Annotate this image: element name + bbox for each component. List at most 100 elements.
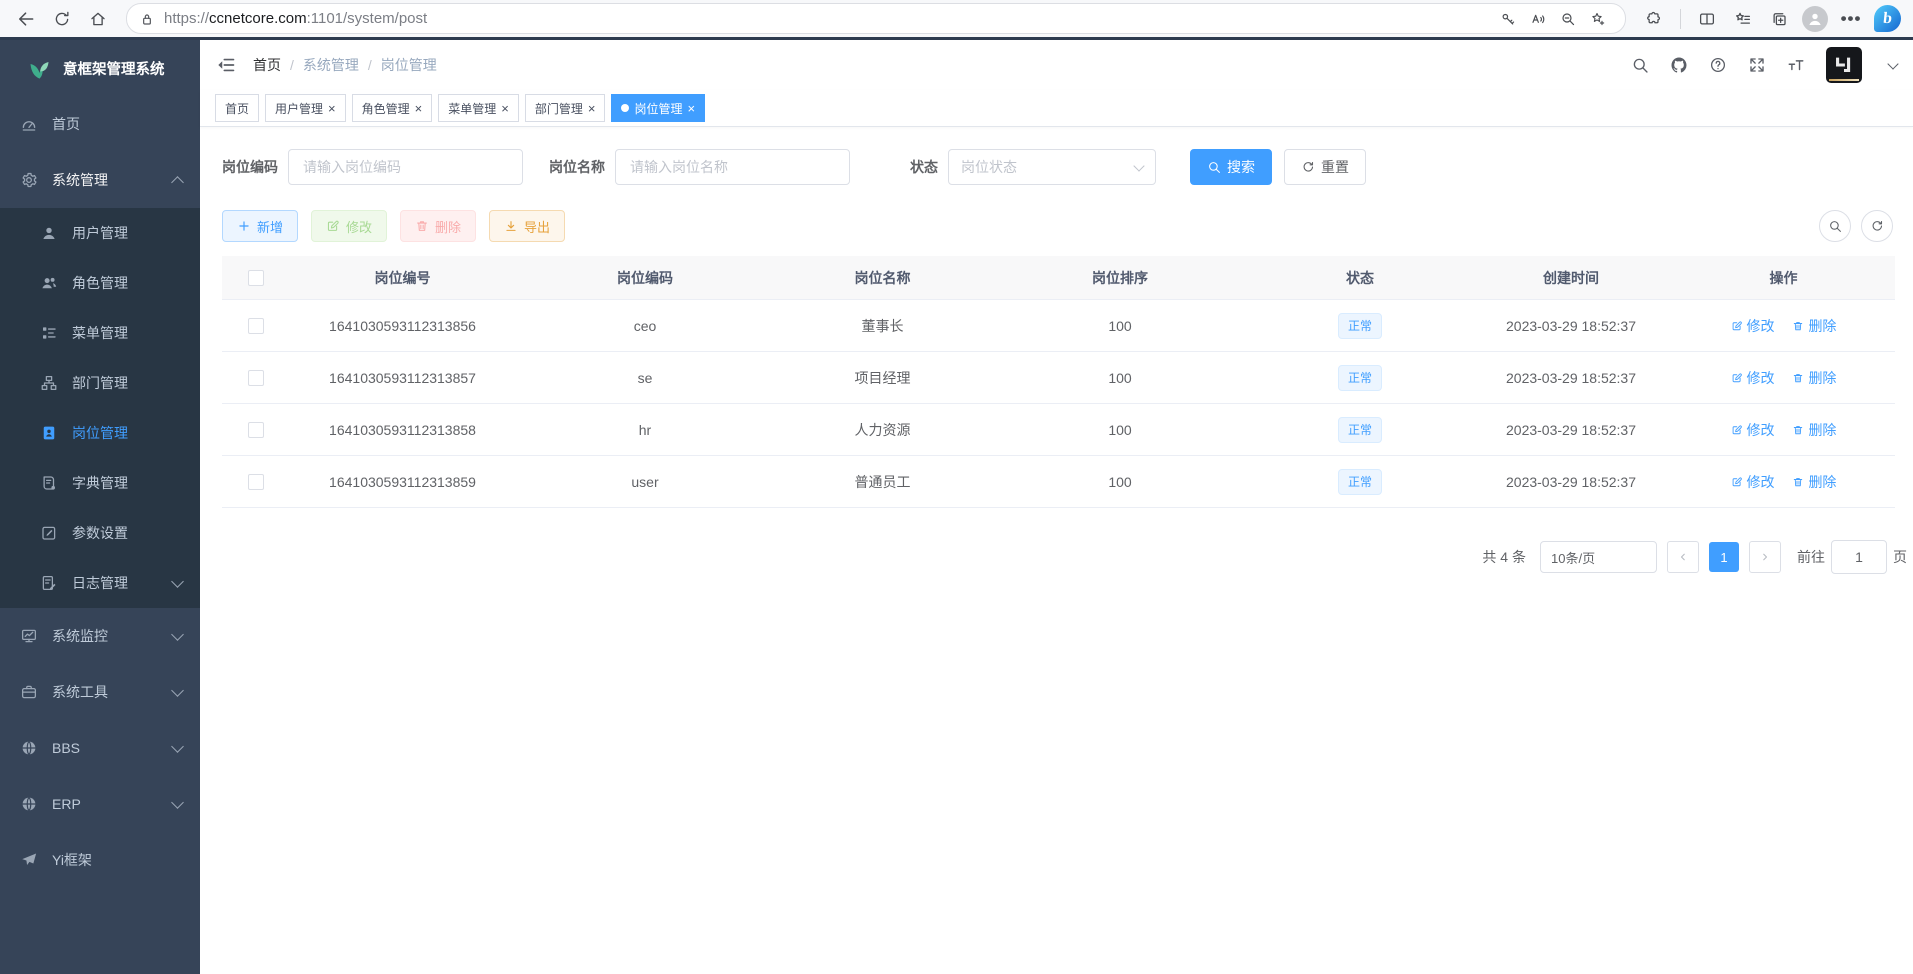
password-manager-button[interactable] <box>1493 6 1523 32</box>
edit-icon <box>1731 476 1743 488</box>
browser-profile-button[interactable] <box>1799 4 1831 34</box>
post-name-input[interactable] <box>615 149 850 185</box>
favorites-button[interactable] <box>1727 4 1759 34</box>
sidebar-collapse-button[interactable] <box>216 55 236 75</box>
sidebar-item-label: 角色管理 <box>72 273 182 293</box>
delete-button-label: 删除 <box>435 217 461 236</box>
app-logo[interactable]: 意框架管理系统 <box>0 40 200 96</box>
tab-close-icon[interactable]: × <box>501 102 509 115</box>
tab-home[interactable]: 首页 <box>215 94 259 122</box>
sidebar-item-dict-management[interactable]: 字典管理 <box>0 458 200 508</box>
post-code-input[interactable] <box>288 149 523 185</box>
read-aloud-icon <box>1530 11 1546 27</box>
read-aloud-button[interactable] <box>1523 6 1553 32</box>
browser-home-button[interactable] <box>82 4 114 34</box>
tab-close-icon[interactable]: × <box>328 102 336 115</box>
sidebar-item-system-monitor[interactable]: 系统监控 <box>0 608 200 664</box>
page-1-button[interactable]: 1 <box>1709 542 1739 572</box>
row-delete-link[interactable]: 删除 <box>1792 420 1836 440</box>
table-refresh-button[interactable] <box>1861 210 1893 242</box>
tab-close-icon[interactable]: × <box>588 102 596 115</box>
browser-back-button[interactable] <box>10 4 42 34</box>
delete-link-label: 删除 <box>1808 420 1836 440</box>
post-code-cell: user <box>515 456 775 508</box>
column-header-post-sort: 岗位排序 <box>990 256 1250 300</box>
row-delete-link[interactable]: 删除 <box>1792 368 1836 388</box>
row-edit-link[interactable]: 修改 <box>1731 472 1775 492</box>
trash-icon <box>1792 476 1804 488</box>
avatar-underline <box>1829 79 1859 81</box>
sidebar-item-bbs[interactable]: BBS <box>0 720 200 776</box>
tab-menu-management[interactable]: 菜单管理 × <box>438 94 519 122</box>
browser-reload-button[interactable] <box>46 4 78 34</box>
table-row[interactable]: 1641030593112313856 ceo 董事长 100 正常 2023-… <box>222 300 1895 352</box>
table-row[interactable]: 1641030593112313857 se 项目经理 100 正常 2023-… <box>222 352 1895 404</box>
sidebar-item-menu-management[interactable]: 菜单管理 <box>0 308 200 358</box>
sidebar-item-post-management[interactable]: 岗位管理 <box>0 408 200 458</box>
row-checkbox[interactable] <box>248 422 264 438</box>
split-screen-button[interactable] <box>1691 4 1723 34</box>
bing-chat-button[interactable]: b <box>1871 4 1903 34</box>
search-toggle-button[interactable] <box>1819 210 1851 242</box>
leaf-logo-icon <box>26 55 53 82</box>
edit-link-label: 修改 <box>1747 316 1775 336</box>
header-search-button[interactable] <box>1631 56 1649 74</box>
tab-label: 用户管理 <box>275 100 323 117</box>
table-row[interactable]: 1641030593112313859 user 普通员工 100 正常 202… <box>222 456 1895 508</box>
sidebar-item-label: ERP <box>52 796 173 812</box>
sidebar-item-user-management[interactable]: 用户管理 <box>0 208 200 258</box>
sidebar-item-system-tools[interactable]: 系统工具 <box>0 664 200 720</box>
add-button[interactable]: 新增 <box>222 210 298 242</box>
page-size-select[interactable]: 10条/页 <box>1540 541 1657 573</box>
status-select[interactable]: 岗位状态 <box>948 149 1156 185</box>
row-checkbox[interactable] <box>248 370 264 386</box>
active-tab-dot <box>621 104 629 112</box>
fullscreen-button[interactable] <box>1748 56 1766 74</box>
goto-page-input[interactable] <box>1831 540 1887 574</box>
tab-label: 部门管理 <box>535 100 583 117</box>
extensions-button[interactable] <box>1638 4 1670 34</box>
row-delete-link[interactable]: 删除 <box>1792 316 1836 336</box>
address-bar[interactable]: https://ccnetcore.com:1101/system/post <box>126 3 1626 34</box>
page-url[interactable]: https://ccnetcore.com:1101/system/post <box>164 10 1493 27</box>
export-button[interactable]: 导出 <box>489 210 565 242</box>
avatar-caret-icon[interactable] <box>1887 58 1898 69</box>
user-avatar[interactable] <box>1826 47 1862 83</box>
breadcrumb-home[interactable]: 首页 <box>253 55 281 75</box>
tab-dept-management[interactable]: 部门管理 × <box>525 94 606 122</box>
row-checkbox[interactable] <box>248 318 264 334</box>
tab-close-icon[interactable]: × <box>415 102 423 115</box>
search-button[interactable]: 搜索 <box>1190 149 1272 185</box>
collections-button[interactable] <box>1763 4 1795 34</box>
sidebar-item-param-settings[interactable]: 参数设置 <box>0 508 200 558</box>
tab-label: 菜单管理 <box>448 100 496 117</box>
tab-user-management[interactable]: 用户管理 × <box>265 94 346 122</box>
sidebar-item-erp[interactable]: ERP <box>0 776 200 832</box>
select-all-checkbox[interactable] <box>248 270 264 286</box>
help-button[interactable] <box>1709 56 1727 74</box>
tab-close-icon[interactable]: × <box>687 102 695 115</box>
reset-button[interactable]: 重置 <box>1284 149 1366 185</box>
row-edit-link[interactable]: 修改 <box>1731 316 1775 336</box>
sidebar-item-system-management[interactable]: 系统管理 <box>0 152 200 208</box>
row-edit-link[interactable]: 修改 <box>1731 368 1775 388</box>
row-delete-link[interactable]: 删除 <box>1792 472 1836 492</box>
tab-role-management[interactable]: 角色管理× <box>352 94 433 122</box>
chevron-down-icon <box>171 684 184 697</box>
sidebar-item-label: 系统监控 <box>52 626 173 646</box>
browser-settings-button[interactable]: ••• <box>1835 4 1867 34</box>
tab-post-management[interactable]: 岗位管理× <box>611 94 705 122</box>
font-size-button[interactable] <box>1787 56 1805 74</box>
zoom-out-button[interactable] <box>1553 6 1583 32</box>
post-table: 岗位编号 岗位编码 岗位名称 岗位排序 状态 创建时间 操作 <box>222 256 1893 508</box>
sidebar-item-yi-framework[interactable]: Yi框架 <box>0 832 200 888</box>
sidebar-item-role-management[interactable]: 角色管理 <box>0 258 200 308</box>
sidebar-item-dept-management[interactable]: 部门管理 <box>0 358 200 408</box>
sidebar-item-log-management[interactable]: 日志管理 <box>0 558 200 608</box>
row-checkbox[interactable] <box>248 474 264 490</box>
table-row[interactable]: 1641030593112313858 hr 人力资源 100 正常 2023-… <box>222 404 1895 456</box>
row-edit-link[interactable]: 修改 <box>1731 420 1775 440</box>
sidebar-item-home[interactable]: 首页 <box>0 96 200 152</box>
github-button[interactable] <box>1670 56 1688 74</box>
add-favorite-button[interactable] <box>1583 6 1613 32</box>
